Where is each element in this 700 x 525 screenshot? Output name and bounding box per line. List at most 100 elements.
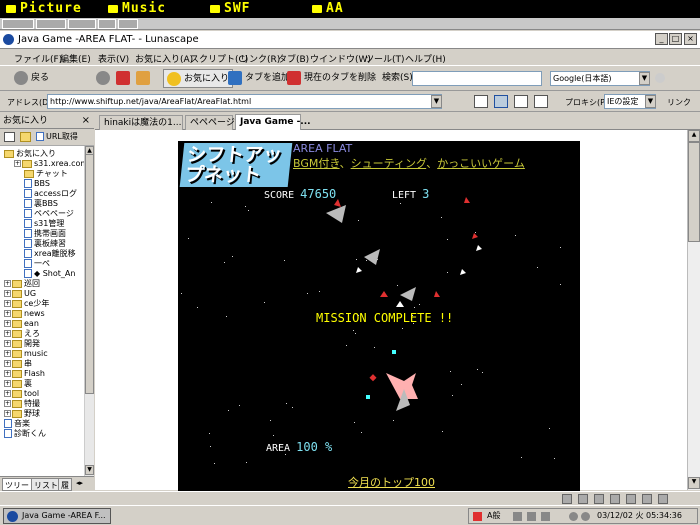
menu-tools[interactable]: ツール(T) [365, 52, 405, 65]
url-fetch-button[interactable]: URL取得 [36, 131, 78, 142]
tree-item-label: 串 [24, 359, 32, 368]
expand-toggle-icon[interactable]: + [4, 390, 11, 397]
folder-icon [12, 379, 22, 388]
expand-toggle-icon[interactable]: + [4, 400, 11, 407]
scroll-thumb[interactable] [688, 142, 700, 242]
tree-item[interactable]: 診断くん [4, 428, 46, 439]
menu-window[interactable]: ウインドウ(W) [310, 52, 371, 65]
menu-file[interactable]: ファイル(F) [14, 52, 62, 65]
expand-toggle-icon[interactable]: + [4, 360, 11, 367]
launcher-tab-aa[interactable]: AA [308, 1, 400, 17]
ime-indicator[interactable]: A般 [487, 509, 500, 523]
close-button[interactable]: × [684, 33, 697, 45]
launcher-tab-picture[interactable]: Picture [2, 1, 94, 17]
star [319, 291, 320, 292]
tray-icon[interactable] [473, 512, 482, 521]
expand-toggle-icon[interactable]: + [4, 380, 11, 387]
content-scrollbar[interactable]: ▲ ▼ [687, 130, 700, 490]
expand-toggle-icon[interactable]: + [4, 410, 11, 417]
mini-tab[interactable] [68, 19, 96, 29]
add-tab-button[interactable]: タブを追加 [228, 69, 290, 88]
status-icon[interactable] [626, 494, 636, 504]
menu-link[interactable]: リンク(R) [240, 52, 280, 65]
expand-toggle-icon[interactable]: + [4, 280, 11, 287]
expand-toggle-icon[interactable]: + [4, 330, 11, 337]
tray-icon[interactable] [569, 512, 578, 521]
new-folder-icon[interactable] [20, 132, 31, 142]
clock[interactable]: 03/12/02 火 05:34:36 [597, 509, 682, 523]
launcher-tab-music[interactable]: Music [104, 1, 196, 17]
expand-toggle-icon[interactable]: + [4, 310, 11, 317]
layout-split-icon[interactable] [494, 95, 508, 108]
layout-columns-icon[interactable] [514, 95, 528, 108]
search-input[interactable] [412, 71, 542, 86]
close-tab-button[interactable]: 現在のタブを削除 [287, 69, 376, 88]
search-engine-select[interactable]: Google(日本語) [550, 71, 650, 86]
back-button[interactable]: 戻る [14, 69, 49, 88]
tray-icon[interactable] [581, 512, 590, 521]
new-page-icon[interactable] [4, 132, 15, 142]
chevron-down-icon[interactable]: ▼ [645, 95, 656, 108]
player-shot [392, 350, 396, 354]
maximize-button[interactable]: □ [669, 33, 682, 45]
status-icon[interactable] [642, 494, 652, 504]
tray-icon[interactable] [541, 512, 550, 521]
doc-tab-pepepage[interactable]: ペペページ [185, 115, 235, 130]
mini-tab[interactable] [98, 19, 116, 29]
expand-toggle-icon[interactable]: + [14, 160, 21, 167]
home-button[interactable] [136, 69, 153, 88]
doc-tab-hinaki[interactable]: hinakiは魔法の1... [99, 115, 183, 130]
scroll-thumb[interactable] [85, 154, 94, 394]
layout-single-icon[interactable] [474, 95, 488, 108]
status-icon[interactable] [658, 494, 668, 504]
tab-history[interactable]: 履 [58, 478, 72, 491]
expand-toggle-icon[interactable]: + [4, 340, 11, 347]
tray-icon[interactable] [527, 512, 536, 521]
mini-tab[interactable] [118, 19, 138, 29]
layout-grid-icon[interactable] [534, 95, 548, 108]
expand-toggle-icon[interactable]: + [4, 350, 11, 357]
chevron-down-icon[interactable]: ▼ [431, 95, 442, 108]
close-icon[interactable]: × [82, 113, 90, 129]
doc-tab-java-game[interactable]: Java Game -... [235, 114, 311, 130]
url-input[interactable]: http://www.shiftup.net/java/AreaFlat/Are… [47, 94, 442, 109]
chevron-down-icon[interactable]: ▼ [639, 72, 650, 85]
folder-icon [22, 159, 32, 168]
game-applet[interactable]: シフトアップネット AREA FLAT BGM付き、シューティング、かっこいいゲ… [178, 141, 580, 491]
expand-toggle-icon[interactable]: + [4, 290, 11, 297]
expand-toggle-icon[interactable]: + [4, 370, 11, 377]
status-icon[interactable] [610, 494, 620, 504]
menu-help[interactable]: ヘルプ(H) [405, 52, 446, 65]
mini-tab[interactable] [2, 19, 34, 29]
menu-edit[interactable]: 編集(E) [60, 52, 91, 65]
launcher-tab-swf[interactable]: SWF [206, 1, 298, 17]
sidebar-scrollbar[interactable]: ▲ ▼ [84, 146, 94, 476]
window-titlebar[interactable]: Java Game -AREA FLAT- - Lunascape _ □ × [0, 31, 700, 49]
star [224, 262, 225, 263]
tree-item-label: xrea離脱移 [34, 249, 76, 258]
scroll-up-icon[interactable]: ▲ [688, 130, 700, 142]
menu-view[interactable]: 表示(V) [98, 52, 129, 65]
forward-button[interactable] [96, 69, 113, 88]
search-go-button[interactable] [655, 69, 668, 88]
scroll-down-icon[interactable]: ▼ [688, 477, 700, 489]
minimize-button[interactable]: _ [655, 33, 668, 45]
tray-icon[interactable] [513, 512, 522, 521]
status-icon[interactable] [562, 494, 572, 504]
expand-toggle-icon[interactable]: + [4, 320, 11, 327]
menu-tab[interactable]: タブ(B) [278, 52, 309, 65]
tab-tree[interactable]: ツリー [2, 478, 32, 491]
star [482, 372, 483, 373]
scroll-down-icon[interactable]: ▼ [85, 465, 94, 475]
taskbar-window-button[interactable]: Java Game -AREA F... [3, 508, 111, 524]
expand-toggle-icon[interactable]: + [4, 300, 11, 307]
stop-button[interactable] [116, 69, 133, 88]
menu-favorites[interactable]: お気に入り(A) [135, 52, 193, 65]
mini-tab[interactable] [36, 19, 66, 29]
add-tab-icon [228, 70, 242, 85]
status-icon[interactable] [594, 494, 604, 504]
status-icon[interactable] [578, 494, 588, 504]
favorites-button[interactable]: お気に入り [163, 69, 234, 88]
tab-list[interactable]: リスト [31, 478, 61, 491]
tab-scroll-arrows[interactable]: ◂▸ [76, 479, 83, 487]
